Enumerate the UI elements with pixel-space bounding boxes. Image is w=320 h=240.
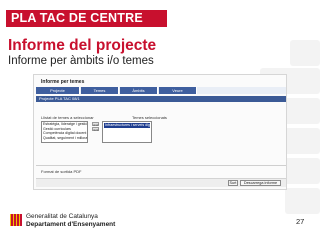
page-title: Informe del projecte [8, 37, 157, 54]
organization-name: Generalitat de Catalunya [26, 213, 98, 220]
available-topics-list[interactable]: Estratègia, lideratge i gestió Gestió cu… [41, 121, 88, 143]
available-list-label: Llistat de temes a seleccionar [41, 115, 94, 120]
list-item[interactable]: Estratègia, lideratge i gestió [42, 122, 87, 127]
department-name: Departament d'Ensenyament [26, 221, 116, 228]
exit-button[interactable]: Surt [228, 180, 238, 186]
tab-bar: Projecte Temes Àmbits Veure [36, 87, 286, 94]
selected-list-label: Temes seleccionats [132, 115, 167, 120]
generalitat-logo [10, 214, 22, 226]
tab-temes[interactable]: Temes [81, 87, 119, 94]
header-label: PLA TAC DE CENTRE [11, 11, 143, 25]
list-item[interactable]: Infraestructures i serveis dig [104, 123, 150, 128]
tab-veure[interactable]: Veure [159, 87, 197, 94]
divider [36, 165, 286, 166]
selected-topics-list[interactable]: Infraestructures i serveis dig [102, 121, 152, 143]
page-subtitle: Informe per àmbits i/o temes [8, 55, 154, 67]
remove-topic-button[interactable]: << [92, 127, 99, 132]
transfer-buttons: >> << [92, 122, 99, 132]
report-screenshot: Informe per temes Projecte Temes Àmbits … [33, 74, 287, 190]
list-item[interactable]: Competència digital docent i d [42, 131, 87, 136]
add-topic-button[interactable]: >> [92, 122, 99, 127]
tab-projecte[interactable]: Projecte [36, 87, 80, 94]
output-format-label: Format de sortida PDF [41, 169, 82, 174]
project-band-label: Projecte PLA TAC 08/1 [39, 96, 80, 101]
page-number: 27 [296, 217, 305, 226]
report-title: Informe per temes [41, 79, 85, 85]
download-report-button[interactable]: Descarrega informe [240, 180, 281, 186]
list-item[interactable]: Qualitat, seguiment i millora [42, 136, 87, 141]
tab-ambits[interactable]: Àmbits [120, 87, 158, 94]
